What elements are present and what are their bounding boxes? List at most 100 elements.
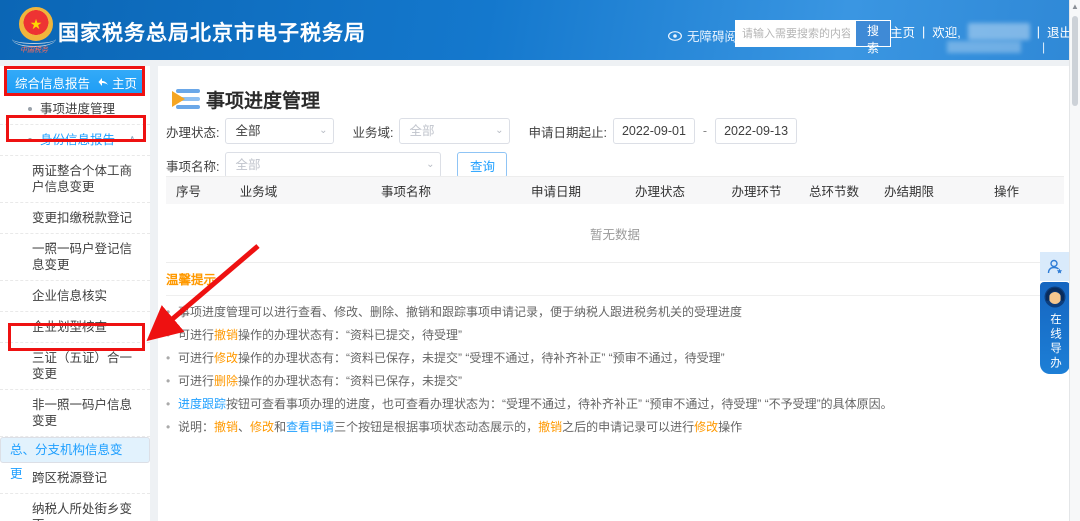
sidebar-item-label: 一照一码户登记信息变更 xyxy=(32,242,133,272)
redacted-username xyxy=(967,23,1030,40)
eye-icon xyxy=(668,30,682,41)
user-bar: 主页 | 欢迎, | 退出 xyxy=(890,22,1072,41)
tip-keyword-link[interactable]: 撤销 xyxy=(214,328,238,342)
table-header-row: 序号 业务域 事项名称 申请日期 办理状态 办理环节 总环节数 办结期限 操作 xyxy=(166,177,1064,204)
sidebar-item-label: 三证（五证）合一变更 xyxy=(32,351,133,381)
online-guide-tab[interactable]: 在线导办 xyxy=(1040,282,1070,374)
list-play-icon xyxy=(172,88,200,112)
sidebar-item-label: 事项进度管理 xyxy=(40,102,116,116)
sidebar-item[interactable]: 纳税人所处街乡变更 xyxy=(0,494,150,521)
progress-table: 序号 业务域 事项名称 申请日期 办理状态 办理环节 总环节数 办结期限 操作 暂无数据 xyxy=(166,176,1064,263)
home-link[interactable]: 主页 xyxy=(890,22,915,41)
separator: | xyxy=(1042,40,1046,54)
page-title: 事项进度管理 xyxy=(206,91,321,112)
sidebar-title: 综合信息报告 xyxy=(15,76,91,91)
table-empty-state: 暂无数据 xyxy=(589,227,640,242)
table-column-header: 办理环节 xyxy=(731,185,782,199)
page-scrollbar[interactable]: ▲ xyxy=(1069,0,1080,521)
tip-keyword-link[interactable]: 修改 xyxy=(214,351,238,365)
tip-text: 可进行 xyxy=(178,374,215,388)
sidebar-home-link[interactable]: 主页 xyxy=(98,73,137,92)
search-input[interactable] xyxy=(736,21,856,46)
sidebar-item-label: 企业划型核查 xyxy=(32,320,108,334)
sidebar-item-label: 跨区税源登记 xyxy=(32,471,108,485)
table-column-header: 总环节数 xyxy=(808,185,859,199)
chevron-down-icon: ⌄ xyxy=(319,125,328,136)
scrollbar-thumb[interactable] xyxy=(1072,16,1078,106)
sidebar-item[interactable]: 总、分支机构信息变更 xyxy=(0,437,150,481)
tip-keyword-link[interactable]: 撤销 xyxy=(214,420,238,434)
table-column-header: 申请日期 xyxy=(530,185,581,199)
query-button[interactable]: 查询 xyxy=(457,152,508,178)
emblem-caption: 中国税务 xyxy=(20,47,48,54)
sidebar-item[interactable]: 企业信息核实 xyxy=(0,281,150,312)
sidebar-item[interactable]: 非一照一码户信息变更 xyxy=(0,390,150,437)
main-content: 事项进度管理 办理状态: 全部 ⌄ 业务域: 全部 ⌄ 申请日期起止: 2022… xyxy=(158,66,1070,521)
table-column-header: 事项名称 xyxy=(380,185,431,199)
separator: | xyxy=(1036,24,1040,39)
table-column-header: 办结期限 xyxy=(883,185,934,199)
date-to-input[interactable]: 2022-09-13 xyxy=(715,118,798,144)
chevron-down-icon: ⌄ xyxy=(426,159,435,170)
sidebar-item[interactable]: 企业划型核查 xyxy=(0,312,150,343)
status-select-value: 全部 xyxy=(235,124,261,138)
tip-text: 可进行 xyxy=(178,351,215,365)
sidebar-item[interactable]: 跨区税源登记 xyxy=(0,463,150,494)
tip-text: 操作 xyxy=(718,420,743,434)
tip-keyword-link[interactable]: 修改 xyxy=(250,420,274,434)
sidebar-item-label: 变更扣缴税款登记 xyxy=(32,211,133,225)
tax-emblem-logo: ★ 中国税务 xyxy=(12,5,56,55)
sidebar-item-label: 身份信息报告 xyxy=(40,133,116,147)
tip-line: 事项进度管理可以进行查看、修改、删除、撤销和跟踪事项申请记录，便于纳税人跟进税务… xyxy=(166,304,1064,321)
sidebar-item[interactable]: 一照一码户登记信息变更 xyxy=(0,234,150,281)
back-home-icon xyxy=(98,78,108,86)
sidebar-item-label: 企业信息核实 xyxy=(32,289,108,303)
tip-line: 进度跟踪按钮可查看事项办理的进度，也可查看办理状态为：“受理不通过，待补齐补正”… xyxy=(166,396,1064,413)
person-star-icon xyxy=(1047,259,1063,273)
member-services-button[interactable] xyxy=(1040,252,1070,281)
table-column-header: 操作 xyxy=(993,185,1019,199)
sidebar-item[interactable]: 变更扣缴税款登记 xyxy=(0,203,150,234)
date-separator: - xyxy=(702,124,708,138)
chevron-up-icon: ∧ xyxy=(128,134,136,145)
tips-list: 事项进度管理可以进行查看、修改、删除、撤销和跟踪事项申请记录，便于纳税人跟进税务… xyxy=(166,304,1064,436)
tip-keyword-link[interactable]: 修改 xyxy=(694,420,718,434)
status-select[interactable]: 全部 ⌄ xyxy=(225,118,335,144)
date-range-label: 申请日期起止: xyxy=(528,125,607,140)
tip-line: 可进行撤销操作的办理状态有：“资料已提交，待受理” xyxy=(166,327,1064,344)
tip-line: 说明：撤销、修改和查看申请三个按钮是根据事项状态动态展示的，撤销之后的申请记录可… xyxy=(166,419,1064,436)
tip-text: 按钮可查看事项办理的进度，也可查看办理状态为：“受理不通过，待补齐补正” “预审… xyxy=(226,397,893,411)
sidebar-item[interactable]: 身份信息报告 ∧ xyxy=(0,125,150,156)
assistant-avatar-icon xyxy=(1044,286,1066,308)
tip-text: 三个按钮是根据事项状态动态展示的， xyxy=(334,420,539,434)
chevron-down-icon: ⌄ xyxy=(495,125,504,136)
domain-select-value: 全部 xyxy=(409,124,435,138)
tip-line: 可进行删除操作的办理状态有：“资料已保存，未提交” xyxy=(166,373,1064,390)
table-column-header: 办理状态 xyxy=(634,185,685,199)
app-header: ★ 中国税务 国家税务总局北京市电子税务局 无障碍阅读 搜索 主页 | 欢迎, … xyxy=(0,0,1080,60)
online-guide-label: 在线导办 xyxy=(1049,313,1061,371)
item-name-select[interactable]: 全部 ⌄ xyxy=(225,152,442,178)
redacted-username-line2 xyxy=(947,41,1021,53)
domain-filter-label: 业务域: xyxy=(352,125,394,140)
bullet-icon xyxy=(28,138,32,142)
sidebar-menu: 事项进度管理 身份信息报告 ∧ 两证整合个体工商户信息变更变更扣缴税款登记一照一码户登… xyxy=(0,94,150,521)
tip-text: 操作的办理状态有：“资料已提交，待受理” xyxy=(238,328,463,342)
domain-select[interactable]: 全部 ⌄ xyxy=(399,118,511,144)
tip-keyword-link[interactable]: 查看申请 xyxy=(286,420,334,434)
tip-keyword-link[interactable]: 删除 xyxy=(214,374,238,388)
tip-keyword-link[interactable]: 进度跟踪 xyxy=(178,397,226,411)
search-button[interactable]: 搜索 xyxy=(856,21,890,55)
sidebar-item[interactable]: 三证（五证）合一变更 xyxy=(0,343,150,390)
separator: | xyxy=(922,24,926,39)
tip-text: 操作的办理状态有：“资料已保存，未提交” “受理不通过，待补齐补正” “预审不通… xyxy=(238,351,725,365)
sidebar-item[interactable]: 事项进度管理 xyxy=(0,94,150,125)
status-filter-label: 办理状态: xyxy=(166,125,220,140)
scroll-up-icon[interactable]: ▲ xyxy=(1070,2,1080,11)
tip-text: 说明： xyxy=(178,420,215,434)
sidebar-item[interactable]: 两证整合个体工商户信息变更 xyxy=(0,156,150,203)
sidebar-item-label: 纳税人所处街乡变更 xyxy=(32,502,133,521)
tip-text: 和 xyxy=(274,420,287,434)
tip-keyword-link[interactable]: 撤销 xyxy=(538,420,562,434)
date-from-input[interactable]: 2022-09-01 xyxy=(612,118,695,144)
